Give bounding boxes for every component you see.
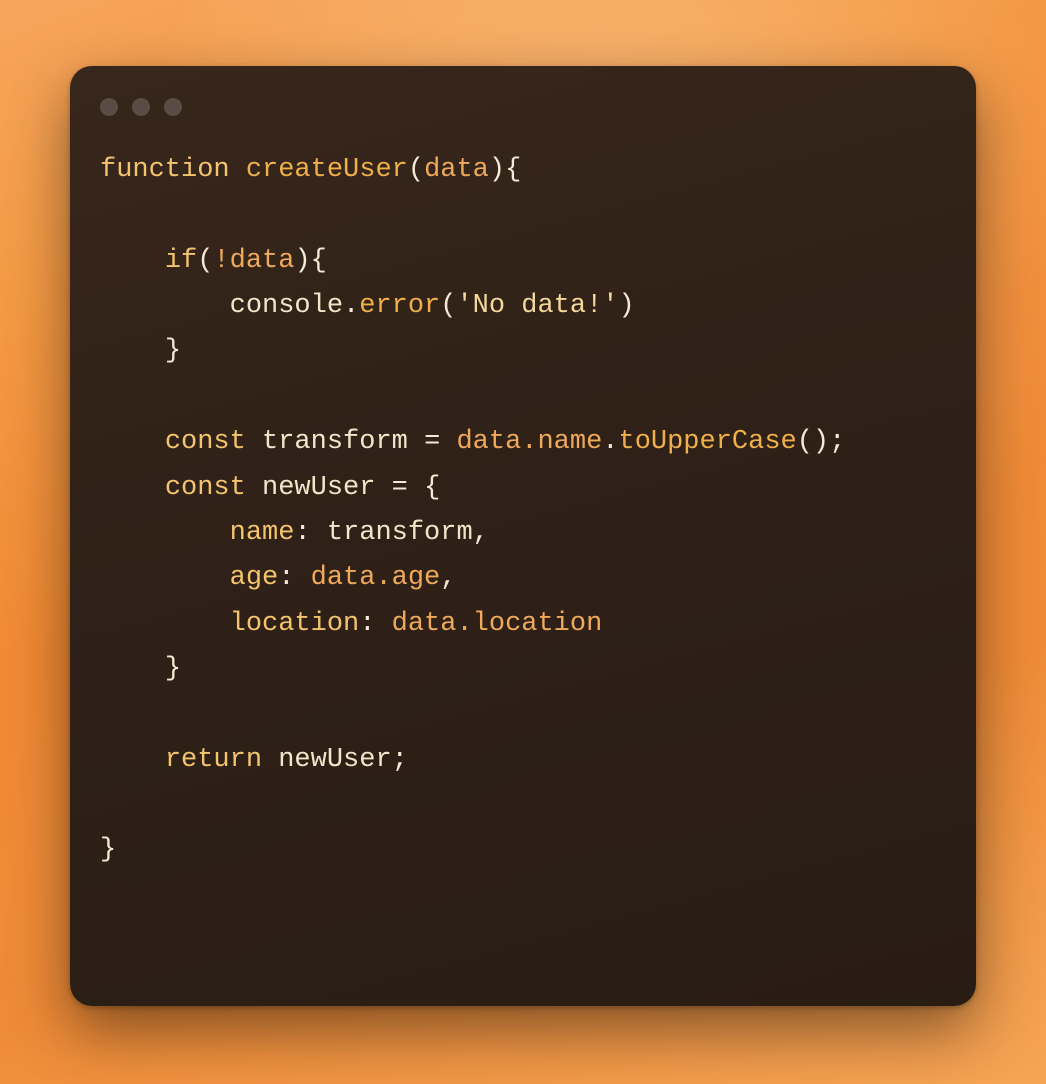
- ident-transform: transform: [262, 427, 408, 457]
- minimize-icon[interactable]: [132, 98, 150, 116]
- code-block: function createUser(data){ if(!data){ co…: [100, 148, 946, 874]
- method-error: error: [359, 291, 440, 321]
- brace-close-fn: }: [100, 835, 116, 865]
- param-data: data: [424, 155, 489, 185]
- colon: :: [294, 518, 310, 548]
- paren-close-brace-open: ){: [489, 155, 521, 185]
- expr-data-location: data.location: [392, 609, 603, 639]
- semicolon: ;: [392, 745, 408, 775]
- paren-close-brace-open: ){: [294, 246, 326, 276]
- colon: :: [278, 563, 294, 593]
- assign: =: [392, 473, 408, 503]
- zoom-icon[interactable]: [164, 98, 182, 116]
- method-toUpperCase: toUpperCase: [619, 427, 797, 457]
- paren-close: ): [619, 291, 635, 321]
- keyword-const: const: [165, 473, 246, 503]
- function-name: createUser: [246, 155, 408, 185]
- paren-open: (: [197, 246, 213, 276]
- string-no-data: 'No data!': [456, 291, 618, 321]
- paren-open: (: [440, 291, 456, 321]
- space: [230, 155, 246, 185]
- paren-open: (: [408, 155, 424, 185]
- ident-newUser-return: newUser: [278, 745, 391, 775]
- dot: .: [343, 291, 359, 321]
- assign: =: [424, 427, 440, 457]
- val-transform: transform: [327, 518, 473, 548]
- key-age: age: [230, 563, 279, 593]
- brace-close: }: [165, 336, 181, 366]
- brace-close: }: [165, 654, 181, 684]
- keyword-if: if: [165, 246, 197, 276]
- comma: ,: [440, 563, 456, 593]
- brace-open: {: [424, 473, 440, 503]
- code-window: function createUser(data){ if(!data){ co…: [70, 66, 976, 1006]
- key-name: name: [230, 518, 295, 548]
- keyword-function: function: [100, 155, 230, 185]
- window-titlebar: [100, 94, 946, 148]
- close-icon[interactable]: [100, 98, 118, 116]
- not-data: !data: [213, 246, 294, 276]
- dot: .: [602, 427, 618, 457]
- keyword-return: return: [165, 745, 262, 775]
- ident-console: console: [230, 291, 343, 321]
- comma: ,: [473, 518, 489, 548]
- colon: :: [359, 609, 375, 639]
- expr-data-name: data.name: [456, 427, 602, 457]
- call-semi: ();: [797, 427, 846, 457]
- keyword-const: const: [165, 427, 246, 457]
- expr-data-age: data.age: [311, 563, 441, 593]
- ident-newUser: newUser: [262, 473, 375, 503]
- key-location: location: [230, 609, 360, 639]
